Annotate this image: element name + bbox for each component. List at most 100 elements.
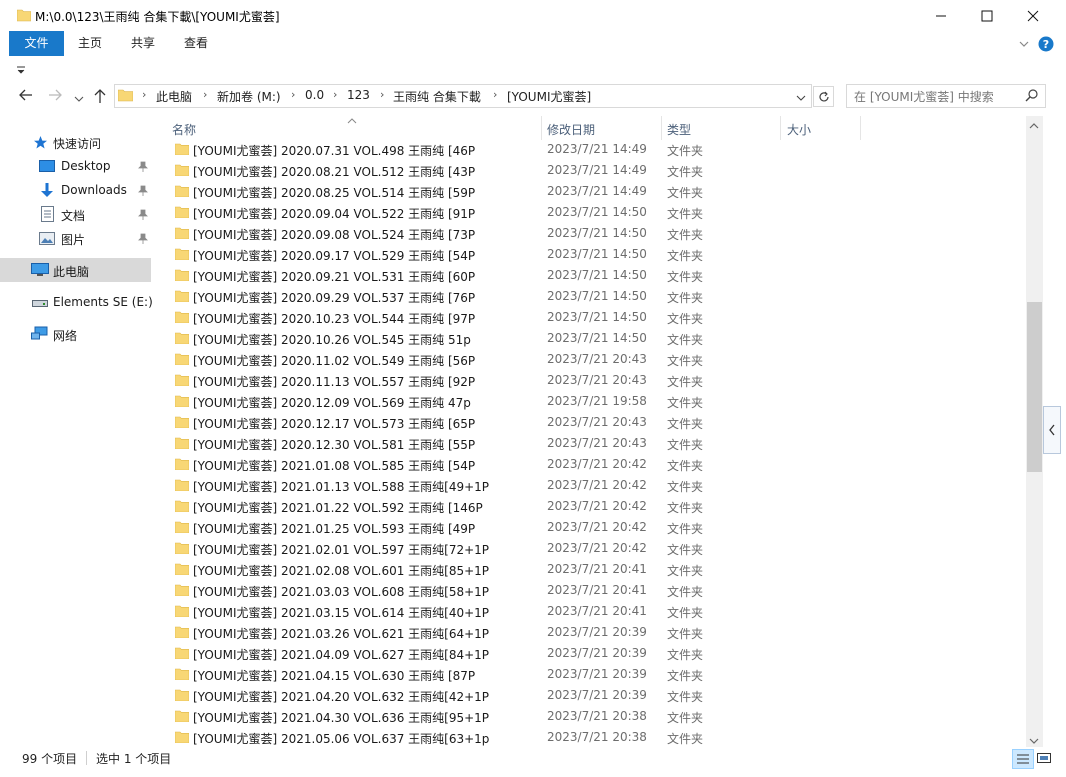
file-row[interactable]: [YOUMI尤蜜荟] 2020.12.09 VOL.569 王雨纯 47p 202… <box>160 391 1026 412</box>
folder-icon <box>175 689 189 701</box>
file-row[interactable]: [YOUMI尤蜜荟] 2021.04.09 VOL.627 王雨纯[84+1P 2… <box>160 643 1026 664</box>
file-row[interactable]: [YOUMI尤蜜荟] 2020.08.25 VOL.514 王雨纯 [59P 20… <box>160 181 1026 202</box>
file-row[interactable]: [YOUMI尤蜜荟] 2020.12.30 VOL.581 王雨纯 [55P 20… <box>160 433 1026 454</box>
file-row[interactable]: [YOUMI尤蜜荟] 2020.07.31 VOL.498 王雨纯 [46P 20… <box>160 139 1026 160</box>
file-row[interactable]: [YOUMI尤蜜荟] 2021.01.22 VOL.592 王雨纯 [146P 2… <box>160 496 1026 517</box>
file-row[interactable]: [YOUMI尤蜜荟] 2020.09.04 VOL.522 王雨纯 [91P 20… <box>160 202 1026 223</box>
pin-icon <box>138 209 148 220</box>
file-type: 文件夹 <box>667 312 704 326</box>
nav-network[interactable]: 网络 <box>0 322 151 346</box>
file-row[interactable]: [YOUMI尤蜜荟] 2020.09.21 VOL.531 王雨纯 [60P 20… <box>160 265 1026 286</box>
file-row[interactable]: [YOUMI尤蜜荟] 2021.05.06 VOL.637 王雨纯[63+1p 2… <box>160 727 1026 748</box>
file-row[interactable]: [YOUMI尤蜜荟] 2020.12.17 VOL.573 王雨纯 [65P 20… <box>160 412 1026 433</box>
file-date: 2023/7/21 14:49 <box>547 184 647 198</box>
preview-pane-toggle[interactable] <box>1043 406 1061 454</box>
breadcrumb-folder-collection[interactable]: 王雨纯 合集下載 <box>393 88 481 105</box>
forward-button[interactable] <box>47 88 63 105</box>
scroll-down-button[interactable] <box>1029 734 1039 748</box>
breadcrumb-this-pc[interactable]: 此电脑 <box>156 88 192 105</box>
nav-documents[interactable]: 文档 <box>0 202 151 226</box>
dropdown-icon <box>17 66 25 74</box>
file-row[interactable]: [YOUMI尤蜜荟] 2021.01.13 VOL.588 王雨纯[49+1P 2… <box>160 475 1026 496</box>
file-row[interactable]: [YOUMI尤蜜荟] 2020.11.02 VOL.549 王雨纯 [56P 20… <box>160 349 1026 370</box>
search-icon <box>1025 89 1038 102</box>
close-button[interactable] <box>1010 0 1056 31</box>
address-history-button[interactable] <box>796 91 806 105</box>
recent-locations-button[interactable] <box>74 92 84 106</box>
file-row[interactable]: [YOUMI尤蜜荟] 2021.04.20 VOL.632 王雨纯[42+1P 2… <box>160 685 1026 706</box>
customize-toolbar-button[interactable] <box>16 64 26 78</box>
file-date: 2023/7/21 19:58 <box>547 394 647 408</box>
column-divider[interactable] <box>541 116 542 140</box>
maximize-button[interactable] <box>964 0 1010 31</box>
file-row[interactable]: [YOUMI尤蜜荟] 2021.04.15 VOL.630 王雨纯 [87P 20… <box>160 664 1026 685</box>
tab-home[interactable]: 主页 <box>66 31 114 56</box>
file-row[interactable]: [YOUMI尤蜜荟] 2020.09.29 VOL.537 王雨纯 [76P 20… <box>160 286 1026 307</box>
file-row[interactable]: [YOUMI尤蜜荟] 2021.01.25 VOL.593 王雨纯 [49P 20… <box>160 517 1026 538</box>
tab-view[interactable]: 查看 <box>171 31 221 56</box>
file-row[interactable]: [YOUMI尤蜜荟] 2020.08.21 VOL.512 王雨纯 [43P 20… <box>160 160 1026 181</box>
tab-share[interactable]: 共享 <box>118 31 168 56</box>
folder-icon <box>175 206 189 218</box>
file-date: 2023/7/21 20:42 <box>547 499 647 513</box>
nav-label: 图片 <box>61 233 86 247</box>
minimize-button[interactable] <box>918 0 964 31</box>
file-row[interactable]: [YOUMI尤蜜荟] 2021.04.30 VOL.636 王雨纯[95+1P 2… <box>160 706 1026 727</box>
nav-desktop[interactable]: Desktop <box>0 154 151 178</box>
column-divider[interactable] <box>661 116 662 140</box>
help-button[interactable]: ? <box>1038 36 1054 52</box>
nav-pictures[interactable]: 图片 <box>0 226 151 250</box>
back-button[interactable] <box>18 88 34 105</box>
file-name: [YOUMI尤蜜荟] 2021.02.01 VOL.597 王雨纯[72+1P <box>193 543 490 557</box>
column-header-size[interactable]: 大小 <box>787 121 811 138</box>
breadcrumb-drive[interactable]: 新加卷 (M:) <box>217 88 281 105</box>
file-row[interactable]: [YOUMI尤蜜荟] 2020.11.13 VOL.557 王雨纯 [92P 20… <box>160 370 1026 391</box>
folder-icon <box>175 164 189 176</box>
file-row[interactable]: [YOUMI尤蜜荟] 2020.10.26 VOL.545 王雨纯 51p 202… <box>160 328 1026 349</box>
column-header-date[interactable]: 修改日期 <box>547 121 595 138</box>
file-type: 文件夹 <box>667 585 704 599</box>
ribbon-expand-button[interactable] <box>1018 38 1030 53</box>
folder-icon <box>175 437 189 449</box>
folder-icon <box>118 89 133 102</box>
details-view-button[interactable] <box>1012 749 1034 769</box>
scroll-up-button[interactable] <box>1029 119 1039 133</box>
large-icons-view-button[interactable] <box>1036 750 1052 766</box>
file-row[interactable]: [YOUMI尤蜜荟] 2020.10.23 VOL.544 王雨纯 [97P 20… <box>160 307 1026 328</box>
refresh-button[interactable] <box>813 86 834 107</box>
column-header-name[interactable]: 名称 <box>172 121 196 138</box>
folder-icon <box>175 185 189 197</box>
nav-downloads[interactable]: Downloads <box>0 178 151 202</box>
search-button[interactable] <box>1025 89 1038 105</box>
file-row[interactable]: [YOUMI尤蜜荟] 2021.01.08 VOL.585 王雨纯 [54P 20… <box>160 454 1026 475</box>
folder-icon <box>175 290 189 302</box>
breadcrumb-folder-123[interactable]: 123 <box>347 88 370 102</box>
folder-icon <box>175 605 189 617</box>
scrollbar-thumb[interactable] <box>1027 302 1042 472</box>
file-name: [YOUMI尤蜜荟] 2020.07.31 VOL.498 王雨纯 [46P <box>193 144 476 158</box>
column-header-type[interactable]: 类型 <box>667 121 691 138</box>
folder-icon <box>175 584 189 596</box>
up-button[interactable] <box>93 88 107 107</box>
file-name: [YOUMI尤蜜荟] 2021.04.09 VOL.627 王雨纯[84+1P <box>193 648 490 662</box>
nav-this-pc[interactable]: 此电脑 <box>0 258 151 282</box>
breadcrumb-folder-current[interactable]: [YOUMI尤蜜荟] <box>507 88 591 105</box>
file-row[interactable]: [YOUMI尤蜜荟] 2021.03.26 VOL.621 王雨纯[64+1P 2… <box>160 622 1026 643</box>
file-type: 文件夹 <box>667 396 704 410</box>
tab-file[interactable]: 文件 <box>9 31 64 56</box>
column-divider[interactable] <box>860 116 861 140</box>
file-row[interactable]: [YOUMI尤蜜荟] 2020.09.08 VOL.524 王雨纯 [73P 20… <box>160 223 1026 244</box>
item-count: 99 个项目 <box>22 752 78 766</box>
file-row[interactable]: [YOUMI尤蜜荟] 2021.03.03 VOL.608 王雨纯[58+1P 2… <box>160 580 1026 601</box>
file-row[interactable]: [YOUMI尤蜜荟] 2020.09.17 VOL.529 王雨纯 [54P 20… <box>160 244 1026 265</box>
column-divider[interactable] <box>780 116 781 140</box>
folder-icon <box>175 311 189 323</box>
nav-elements-drive[interactable]: Elements SE (E:) <box>0 290 153 314</box>
search-input[interactable]: 在 [YOUMI尤蜜荟] 中搜索 <box>854 88 994 105</box>
file-row[interactable]: [YOUMI尤蜜荟] 2021.02.08 VOL.601 王雨纯[85+1P 2… <box>160 559 1026 580</box>
file-name: [YOUMI尤蜜荟] 2020.09.08 VOL.524 王雨纯 [73P <box>193 228 476 242</box>
nav-quick-access[interactable]: 快速访问 <box>0 130 151 154</box>
file-row[interactable]: [YOUMI尤蜜荟] 2021.03.15 VOL.614 王雨纯[40+1P 2… <box>160 601 1026 622</box>
file-row[interactable]: [YOUMI尤蜜荟] 2021.02.01 VOL.597 王雨纯[72+1P 2… <box>160 538 1026 559</box>
breadcrumb-folder-0-0[interactable]: 0.0 <box>305 88 324 102</box>
